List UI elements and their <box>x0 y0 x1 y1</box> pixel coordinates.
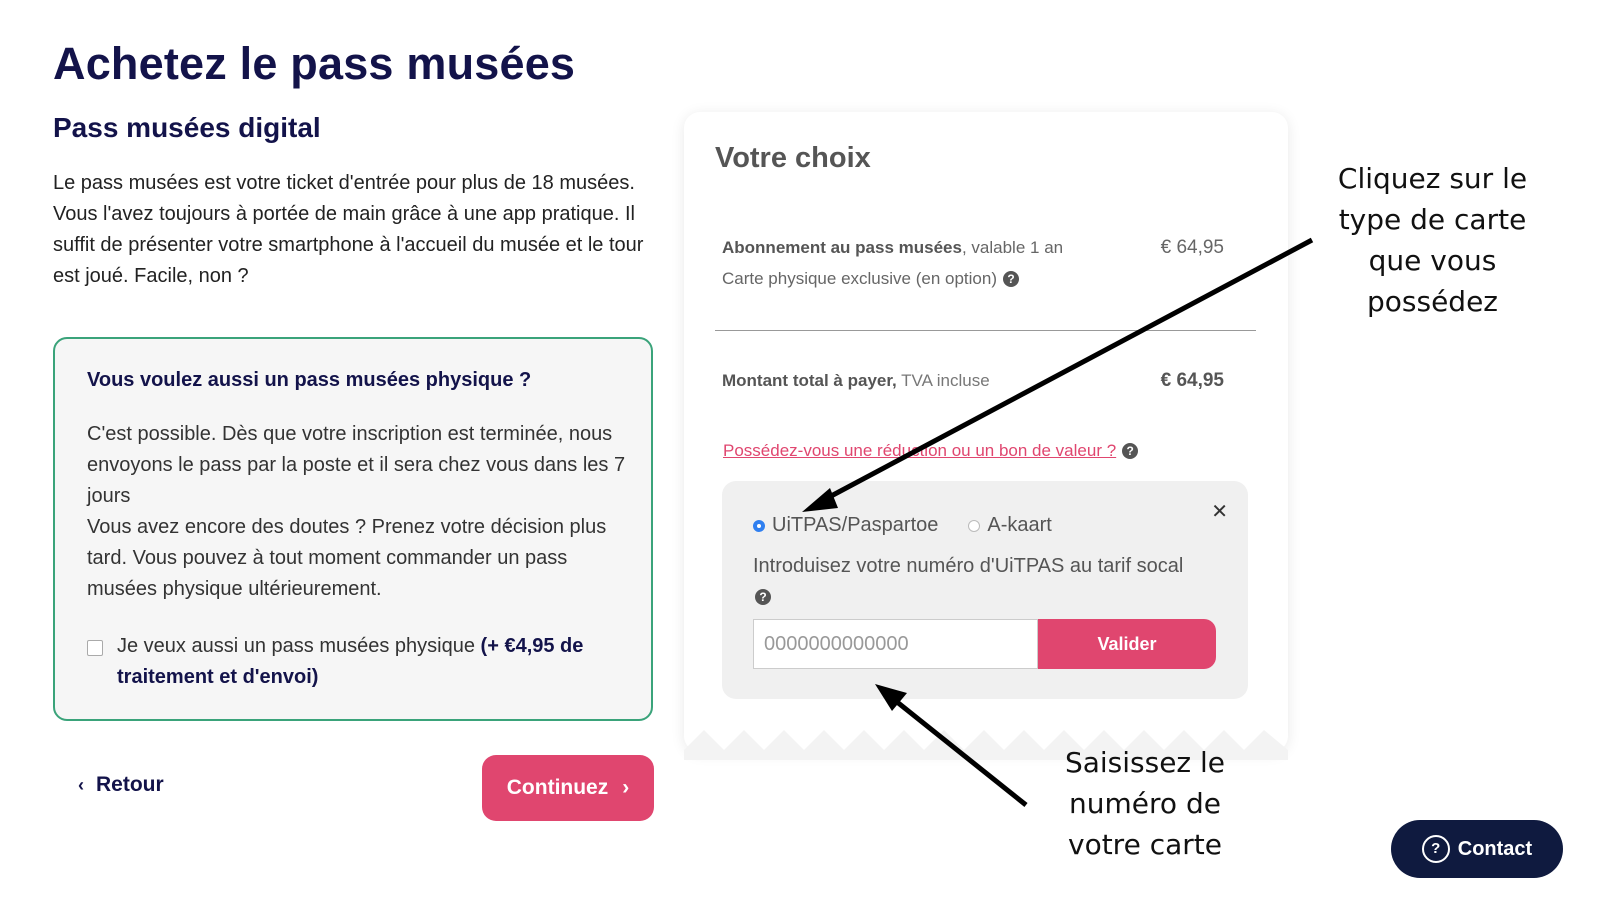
contact-button[interactable]: ? Contact <box>1391 820 1563 878</box>
contact-label: Contact <box>1457 837 1533 860</box>
annotation-arrows <box>802 237 1314 807</box>
help-circle-icon: ? <box>1421 835 1450 863</box>
arrow-to-radio <box>816 237 1314 506</box>
arrowhead-icon <box>802 488 838 512</box>
arrow-to-input <box>885 692 1028 807</box>
